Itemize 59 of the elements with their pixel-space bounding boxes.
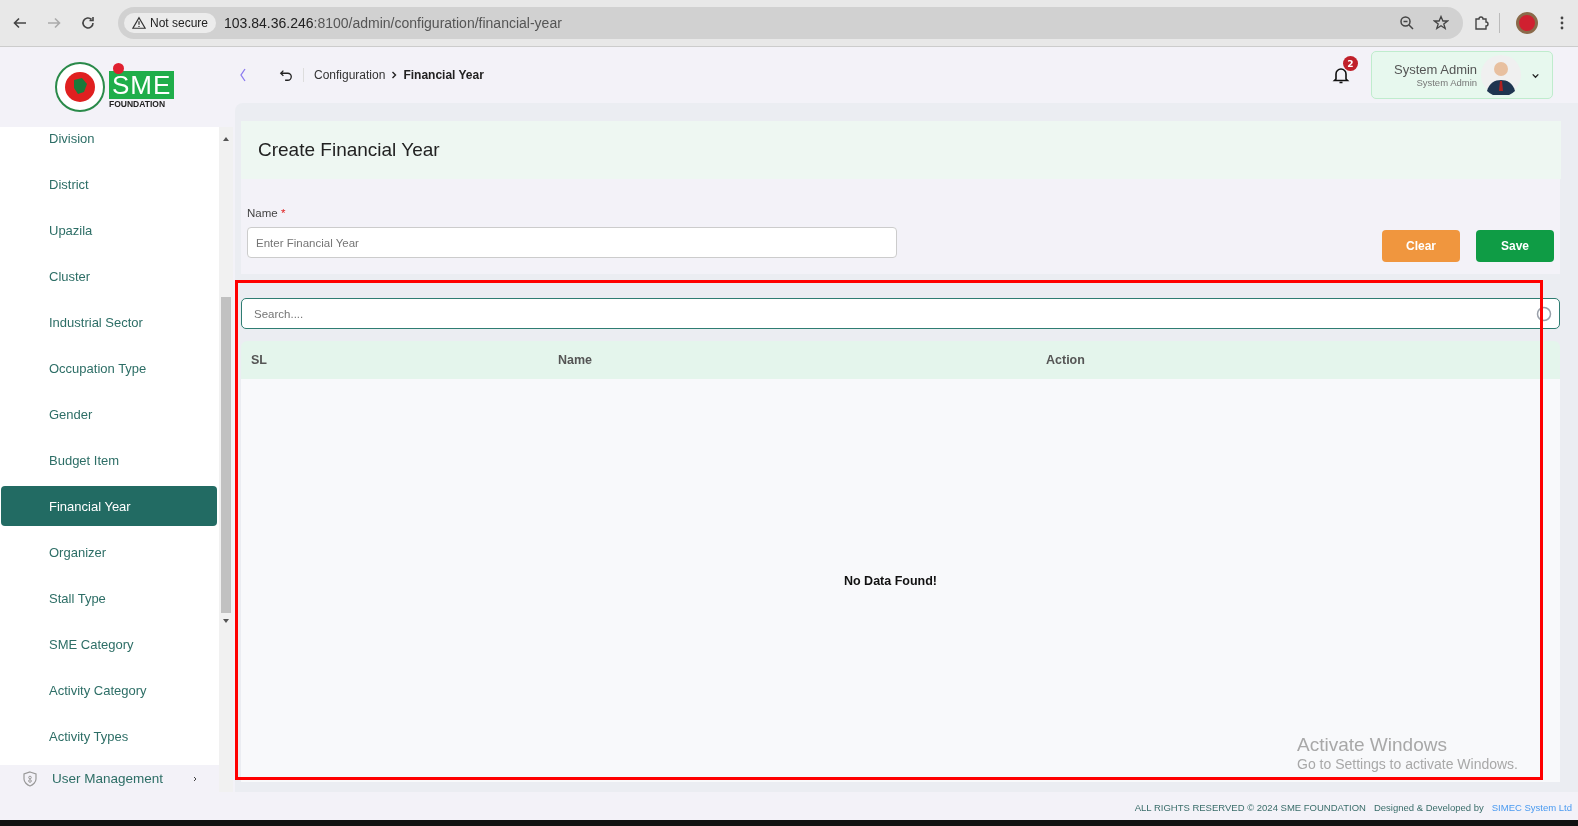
sidebar-item[interactable]: SME Category	[1, 624, 217, 664]
sidebar-item[interactable]: Activity Types	[1, 716, 217, 756]
profile-avatar[interactable]	[1516, 12, 1538, 34]
reload-icon[interactable]	[80, 15, 96, 31]
back-arrow-icon[interactable]	[12, 15, 28, 31]
search-field[interactable]: Search....	[241, 298, 1560, 329]
column-header: SL	[250, 353, 268, 367]
name-input-field[interactable]: Enter Financial Year	[247, 227, 897, 258]
star-icon[interactable]	[1433, 15, 1449, 31]
sidebar-item[interactable]: Upazila	[1, 210, 217, 250]
undo-arrow-icon[interactable]	[279, 68, 304, 82]
field-label: Name *	[247, 207, 287, 219]
scroll-down-icon[interactable]	[222, 617, 230, 625]
logo-subtitle: FOUNDATION	[109, 99, 167, 109]
chevron-icon	[390, 71, 399, 79]
sidebar-item[interactable]: Industrial Sector	[1, 302, 217, 342]
sidebar-item[interactable]: Cluster	[1, 256, 217, 296]
sidebar-item[interactable]: Organizer	[1, 532, 217, 572]
column-header: Name	[558, 353, 594, 367]
scrollbar-thumb[interactable]	[221, 297, 231, 613]
avatar-silhouette	[1481, 55, 1522, 95]
page-title: Create Financial Year	[258, 139, 440, 161]
bell-icon[interactable]	[1331, 65, 1351, 85]
sidebar-item[interactable]: Occupation Type	[1, 348, 217, 388]
sidebar-item[interactable]: Budget Item	[1, 440, 217, 480]
collapse-chevron-icon[interactable]	[239, 67, 247, 83]
url-text: 103.84.36.246:8100/admin/configuration/financial-year	[224, 15, 563, 31]
emblem-icon	[55, 62, 105, 112]
sidebar-item[interactable]: Gender	[1, 394, 217, 434]
empty-message: No Data Found!	[843, 573, 937, 588]
watermark-text: Go to Settings to activate Windows.	[1297, 756, 1518, 772]
user-name: System Admin	[1394, 62, 1478, 77]
breadcrumb-link[interactable]: Configuration	[314, 68, 386, 82]
address-bar[interactable]: Not secure 103.84.36.246:8100/admin/configuration/financial-year	[118, 7, 1463, 39]
logo-dot	[113, 63, 124, 74]
user-menu[interactable]: System Admin System Admin	[1371, 51, 1553, 99]
scroll-up-icon[interactable]	[222, 135, 230, 143]
sidebar-section[interactable]: User Management	[0, 765, 219, 792]
zoom-out-icon[interactable]	[1399, 15, 1415, 31]
sidebar-item[interactable]: Activity Category	[1, 670, 217, 710]
sidebar-item[interactable]: Financial Year	[1, 486, 217, 526]
breadcrumb-current: Financial Year	[403, 68, 484, 82]
credit-text: Designed & Developed by	[1373, 801, 1484, 813]
shield-icon	[22, 770, 38, 787]
sidebar-item[interactable]: Division	[1, 127, 217, 158]
copyright-text: ALL RIGHTS RESERVED © 2024 SME FOUNDATION	[1134, 801, 1366, 813]
puzzle-icon[interactable]	[1473, 15, 1489, 31]
column-header: Action	[1046, 353, 1086, 367]
warning-icon	[132, 16, 146, 30]
notification-count: 2	[1343, 56, 1358, 71]
section-label: User Management	[52, 771, 164, 786]
sidebar-item[interactable]: Stall Type	[1, 578, 217, 618]
save-button[interactable]: Save	[1476, 230, 1554, 262]
security-chip[interactable]: Not secure	[124, 13, 217, 33]
search-icon	[1536, 306, 1552, 322]
watermark-title: Activate Windows	[1297, 734, 1448, 756]
user-role: System Admin	[1416, 77, 1478, 88]
sidebar-item[interactable]: District	[1, 164, 217, 204]
logo-text: SME	[109, 71, 175, 99]
